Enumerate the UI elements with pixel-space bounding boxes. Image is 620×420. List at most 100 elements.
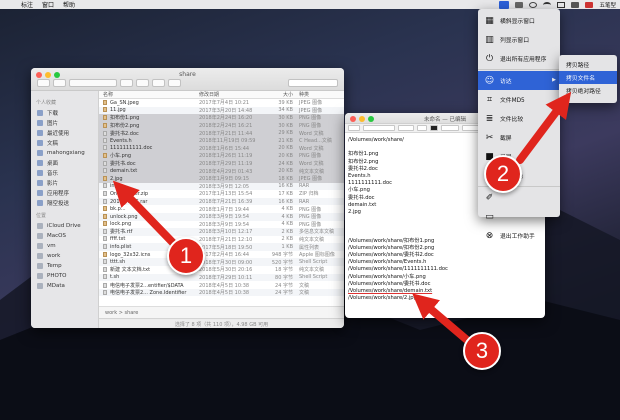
sidebar-item[interactable]: 隔空投送 — [31, 198, 98, 208]
file-row[interactable]: demain.txt 2018年4月29日 01:43 20 KB 纯文本文稿 — [99, 167, 344, 175]
file-row[interactable]: 电信电子发票2...entifier/$DATA 2018年4月5日 10:38 2… — [99, 281, 344, 289]
file-row[interactable]: 201...7.876.rar 2018年7月21日 16:39 16 KB RAR — [99, 197, 344, 206]
font-family-select[interactable] — [363, 125, 395, 131]
bold-italic-buttons[interactable] — [441, 125, 459, 131]
font-style-select[interactable] — [398, 125, 414, 131]
drive-icon — [37, 243, 43, 249]
menu-item-label: 列显示窗口 — [500, 38, 529, 44]
file-row[interactable]: 小车.png 2018年1月26日 11:19 20 KB PNG 图像 — [99, 152, 344, 160]
sidebar-item[interactable]: 音乐 — [31, 168, 98, 178]
sidebar-location[interactable]: iCloud Drive — [31, 221, 98, 231]
submenu-item[interactable]: 拷贝路径 — [559, 58, 617, 71]
share-button[interactable] — [152, 79, 165, 87]
sidebar-item[interactable]: 影片 — [31, 178, 98, 188]
work-assistant-icon[interactable] — [499, 0, 510, 9]
sidebar-item[interactable]: 桌面 — [31, 158, 98, 168]
file-row[interactable]: 委托书.doc 2018年7月29日 11:19 24 KB Word 文稿 — [99, 159, 344, 168]
path-bar[interactable]: work > share — [99, 306, 344, 318]
menu-help[interactable]: 帮助 — [63, 0, 75, 9]
menu-item[interactable]: ✂ 截屏 — [478, 128, 560, 147]
file-row[interactable]: info.plist 2017年5月18日 19:50 1 KB 属性列表 — [99, 243, 344, 251]
menu-item[interactable]: ⊗ 退出工作助手 — [478, 226, 560, 245]
file-row[interactable]: ffff.txt 2018年7月21日 12:10 2 KB 纯文本文稿 — [99, 236, 344, 244]
file-row[interactable]: 新建 文本文档.txt 2018年5月30日 20:16 18 字节 纯文本文稿 — [99, 266, 344, 274]
text-color-button[interactable] — [430, 125, 438, 131]
finder-titlebar[interactable]: share — [31, 68, 344, 91]
sidebar-item-label: 应用程序 — [47, 191, 70, 197]
file-size: 29 KB — [278, 130, 293, 137]
back-button[interactable] — [37, 79, 50, 87]
menu-item[interactable]: ▦ 横斜显示窗口 — [478, 11, 560, 30]
display-icon[interactable] — [571, 1, 580, 8]
sidebar-item[interactable]: 下载 — [31, 108, 98, 118]
menu-item[interactable]: ⌗ 文件MD5 — [478, 90, 560, 109]
file-row[interactable]: Events.h 2018年11月19日 09:59 21 KB C Head...文… — [99, 136, 344, 145]
app-tray-icon[interactable] — [515, 1, 524, 8]
menu-item[interactable]: ▥ 列显示窗口 — [478, 30, 560, 49]
file-row[interactable]: unlock.png 2018年3月9日 19:54 4 KB PNG 图像 — [99, 212, 344, 221]
sidebar-item[interactable]: 最近使用 — [31, 128, 98, 138]
file-row[interactable]: t.sh 2018年7月29日 10:11 80 字节 Shell Script — [99, 273, 344, 282]
input-method-label[interactable]: 五笔型 — [599, 1, 616, 9]
submenu-item[interactable]: 拷贝绝对路径 — [559, 84, 617, 97]
menu-item[interactable]: ☺ 访达 ▶ — [478, 71, 560, 90]
view-switcher[interactable] — [69, 79, 117, 87]
wifi-icon[interactable] — [543, 1, 552, 8]
action-button[interactable] — [136, 79, 149, 87]
file-row[interactable]: inpu... 2018年3月9日 12:05 16 KB RAR — [99, 182, 344, 191]
clock-icon[interactable] — [529, 1, 538, 8]
file-row[interactable]: Ori...master.zip 2017年1月13日 15:54 17 KB ZIP… — [99, 190, 344, 198]
file-row[interactable]: lock.png 2018年3月9日 19:54 4 KB PNG 图像 — [99, 221, 344, 229]
file-row[interactable]: bk.p... 2018年1月7日 19:44 4 KB PNG 图像 — [99, 205, 344, 213]
sidebar-location[interactable]: MacOS — [31, 231, 98, 241]
file-date: 2018年1月26日 11:19 — [199, 153, 253, 160]
column-name[interactable]: 名称 — [99, 91, 199, 98]
menu-mark[interactable]: 标注 — [21, 0, 33, 9]
file-row[interactable]: 委托书.rtf 2018年3月10日 12:17 2 KB 多信息文本文稿 — [99, 228, 344, 236]
battery-icon[interactable] — [557, 1, 566, 8]
sidebar-location[interactable]: work — [31, 251, 98, 261]
file-row[interactable]: 扣布份2.png 2018年2月24日 16:21 30 KB PNG 图像 — [99, 121, 344, 130]
menu-item[interactable]: ⏻ 退出所有应用程序 — [478, 49, 560, 68]
sidebar-location[interactable]: MData — [31, 281, 98, 291]
file-row[interactable]: Ga_SN.jpeg 2017年7月4日 10:21 39 KB JPEG 图像 — [99, 99, 344, 107]
submenu-item[interactable]: 拷贝文件名 — [559, 71, 617, 84]
submenu-arrow-icon: ▶ — [552, 77, 556, 83]
sidebar-item[interactable]: mahongxiang — [31, 148, 98, 158]
file-row[interactable]: 扣布份1.png 2018年2月24日 16:20 30 KB PNG 图像 — [99, 114, 344, 122]
sidebar-item[interactable]: 文稿 — [31, 138, 98, 148]
search-input[interactable] — [288, 79, 338, 87]
sidebar-folder-icon — [37, 110, 43, 116]
group-button[interactable] — [120, 79, 133, 87]
file-row[interactable]: tttt.sh 2018年7月30日 09:00 520 字节 Shell Scrip… — [99, 258, 344, 267]
drive-icon — [37, 253, 43, 259]
column-size[interactable]: 大小 — [265, 91, 299, 98]
menu-window[interactable]: 窗口 — [42, 0, 54, 9]
document-file-icon — [103, 145, 107, 151]
file-row[interactable]: 2.jpg 2018年1月9日 09:15 18 KB JPEG 图像 — [99, 174, 344, 183]
document-file-icon — [103, 259, 107, 265]
file-row[interactable]: 电信电子发票2... Zone.Identifier 2018年4月5日 10:3… — [99, 288, 344, 297]
font-size-select[interactable] — [417, 125, 427, 131]
sidebar-location[interactable]: PHOTO — [31, 271, 98, 281]
sidebar-item-label: mahongxiang — [47, 150, 85, 156]
sidebar-location[interactable]: vm — [31, 241, 98, 251]
column-date[interactable]: 修改日期 — [199, 91, 265, 98]
sidebar-location[interactable]: Temp — [31, 261, 98, 271]
paragraph-style-select[interactable] — [348, 125, 360, 131]
file-name: 11.jpg — [110, 107, 126, 114]
sidebar-item[interactable]: 应用程序 — [31, 188, 98, 198]
menu-item[interactable]: ≣ 文件比较 — [478, 109, 560, 128]
file-row[interactable]: 11.jpg 2017年3月20日 14:48 34 KB JPEG 图像 — [99, 106, 344, 115]
input-method-icon[interactable] — [585, 1, 594, 8]
finder-window: share 个人收藏 下载 图片 最近使用 文稿 mahongxiang 桌面 音乐 影片 应用… — [31, 68, 344, 328]
file-row[interactable]: 委托书2.doc 2018年7月21日 11:44 29 KB Word 文稿 — [99, 129, 344, 137]
file-row[interactable]: 1111111111.doc 2018年1月6日 15:44 20 KB Word 文… — [99, 144, 344, 153]
menu-item[interactable]: ▭ — [478, 207, 560, 226]
column-kind[interactable]: 种类 — [299, 91, 344, 98]
tag-button[interactable] — [168, 79, 181, 87]
menu-item[interactable]: ✐ — [478, 188, 560, 207]
file-row[interactable]: logo_32x32.icns 2017年2月4日 16:44 948 字节 Appl… — [99, 251, 344, 259]
sidebar-item[interactable]: 图片 — [31, 118, 98, 128]
forward-button[interactable] — [53, 79, 66, 87]
